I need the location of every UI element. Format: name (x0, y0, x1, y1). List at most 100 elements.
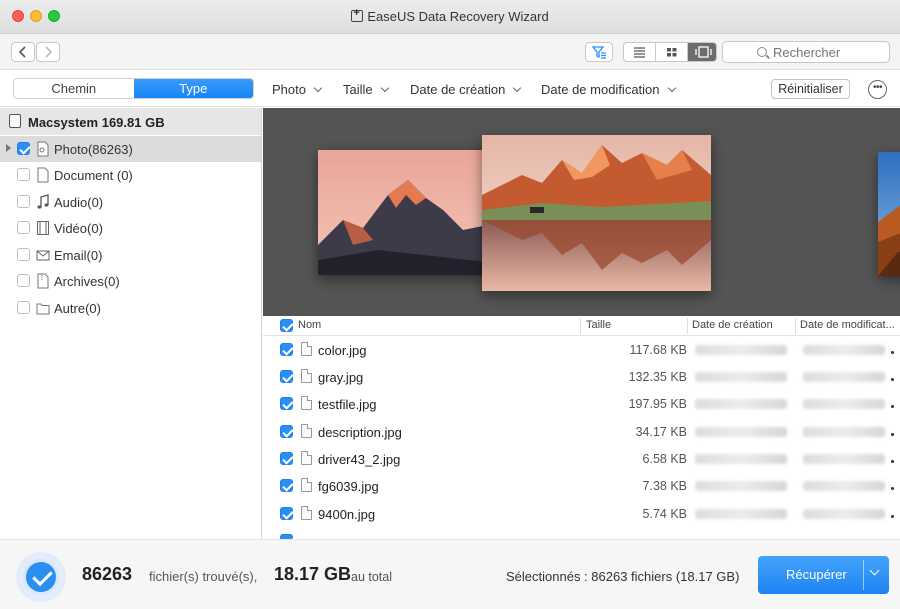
photo-filter-dropdown[interactable]: Photo (272, 82, 323, 97)
file-size: 132.35 KB (628, 370, 687, 384)
sidebar-checkbox-autre[interactable] (17, 301, 30, 314)
chevron-down-icon (380, 83, 389, 93)
sidebar-item-document[interactable]: Document (0) (0, 162, 261, 188)
select-all-checkbox[interactable] (280, 319, 293, 332)
creation-date-filter-dropdown[interactable]: Date de création (410, 82, 522, 97)
sidebar-item-video[interactable]: Vidéo(0) (0, 215, 261, 241)
table-row[interactable]: color.jpg 117.68 KB (263, 336, 900, 363)
blurred-creation-date (695, 427, 787, 437)
table-row-partial[interactable] (263, 527, 900, 539)
disclosure-triangle-icon[interactable] (6, 144, 11, 152)
preview-image-left[interactable] (318, 150, 488, 275)
blurred-modification-date (803, 399, 885, 409)
sidebar-checkbox-audio[interactable] (17, 195, 30, 208)
row-marker (891, 433, 894, 436)
chevron-down-icon (667, 83, 676, 93)
search-box (722, 41, 890, 63)
title-bar: EaseUS Data Recovery Wizard (0, 0, 900, 34)
preview-image-right[interactable] (878, 152, 900, 276)
sidebar-checkbox-archives[interactable] (17, 274, 30, 287)
sidebar-item-audio[interactable]: Audio(0) (0, 189, 261, 215)
more-options-button[interactable]: ••• (868, 80, 887, 99)
sidebar-checkbox-email[interactable] (17, 248, 30, 261)
photo-filter-label: Photo (272, 82, 306, 97)
disk-header[interactable]: Macsystem 169.81 GB (0, 108, 261, 135)
sidebar-checkbox-video[interactable] (17, 221, 30, 234)
image-file-icon (301, 396, 312, 410)
table-row[interactable]: gray.jpg 132.35 KB (263, 363, 900, 390)
chevron-down-icon (313, 83, 323, 93)
grid-view-button[interactable] (656, 43, 688, 61)
file-size: 197.95 KB (628, 397, 687, 411)
column-header-size[interactable]: Taille (586, 319, 611, 331)
carousel-view-button[interactable] (688, 43, 716, 61)
toolbar (0, 34, 900, 70)
image-file-icon (301, 451, 312, 465)
sidebar-checkbox-photo[interactable] (17, 142, 30, 155)
sidebar-item-photo[interactable]: Photo(86263) (0, 136, 261, 162)
reset-button[interactable]: Réinitialiser (771, 79, 850, 99)
table-row[interactable]: testfile.jpg 197.95 KB (263, 390, 900, 417)
column-divider[interactable] (795, 318, 796, 334)
row-marker (891, 405, 894, 408)
grid-icon (667, 48, 677, 57)
forward-button[interactable] (36, 42, 60, 62)
sidebar-checkbox-document[interactable] (17, 168, 30, 181)
list-icon (634, 47, 645, 58)
tab-chemin[interactable]: Chemin (14, 79, 134, 98)
column-header-name[interactable]: Nom (298, 319, 321, 331)
sidebar-item-label: Photo(86263) (54, 142, 133, 157)
file-name: color.jpg (318, 343, 367, 358)
row-checkbox[interactable] (280, 370, 293, 383)
row-checkbox[interactable] (280, 507, 293, 520)
funnel-icon (591, 46, 606, 59)
table-row[interactable]: fg6039.jpg 7.38 KB (263, 472, 900, 499)
modification-date-filter-dropdown[interactable]: Date de modification (541, 82, 676, 97)
photo-file-icon (37, 141, 49, 157)
size-filter-label: Taille (343, 82, 373, 97)
size-filter-dropdown[interactable]: Taille (343, 82, 389, 97)
sidebar-item-autre[interactable]: Autre(0) (0, 295, 261, 321)
folder-icon (36, 303, 50, 315)
table-row[interactable]: driver43_2.jpg 6.58 KB (263, 445, 900, 472)
list-view-button[interactable] (624, 43, 656, 61)
tab-type[interactable]: Type (133, 79, 253, 98)
blurred-modification-date (803, 345, 885, 355)
ellipsis-icon: ••• (872, 82, 883, 93)
row-checkbox[interactable] (280, 397, 293, 410)
table-row[interactable]: description.jpg 34.17 KB (263, 418, 900, 445)
search-input[interactable] (773, 45, 883, 60)
table-row[interactable]: 9400n.jpg 5.74 KB (263, 500, 900, 527)
back-button[interactable] (11, 42, 35, 62)
mountain-photo-left (318, 150, 488, 275)
file-size: 7.38 KB (642, 479, 687, 493)
sidebar-item-archives[interactable]: Archives(0) (0, 268, 261, 294)
file-name: fg6039.jpg (318, 479, 379, 494)
filter-bar: Chemin Type Photo Taille Date de créatio… (0, 71, 900, 107)
blurred-creation-date (695, 509, 787, 519)
app-icon (351, 7, 364, 22)
preview-image-center[interactable] (482, 135, 711, 291)
column-header-modified[interactable]: Date de modificat... (800, 319, 895, 331)
row-checkbox[interactable] (280, 452, 293, 465)
sidebar-item-email[interactable]: Email(0) (0, 242, 261, 268)
chevron-right-icon (45, 46, 53, 58)
file-name: gray.jpg (318, 370, 364, 385)
recover-button-label: Récupérer (786, 567, 847, 582)
row-checkbox[interactable] (280, 479, 293, 492)
column-header-created[interactable]: Date de création (692, 319, 773, 331)
recover-button[interactable]: Récupérer (758, 556, 889, 594)
mountain-lake-photo (482, 135, 711, 291)
chevron-down-icon[interactable] (869, 565, 880, 576)
row-marker (891, 378, 894, 381)
row-checkbox[interactable] (280, 425, 293, 438)
column-divider[interactable] (687, 318, 688, 334)
sidebar-item-label: Document (0) (54, 168, 133, 183)
filter-toggle-button[interactable] (585, 42, 613, 62)
blurred-modification-date (803, 481, 885, 491)
sidebar-item-label: Audio(0) (54, 195, 104, 210)
row-marker (891, 487, 894, 490)
row-checkbox[interactable] (280, 343, 293, 356)
column-divider[interactable] (580, 318, 581, 334)
sidebar-item-label: Email(0) (54, 248, 103, 263)
